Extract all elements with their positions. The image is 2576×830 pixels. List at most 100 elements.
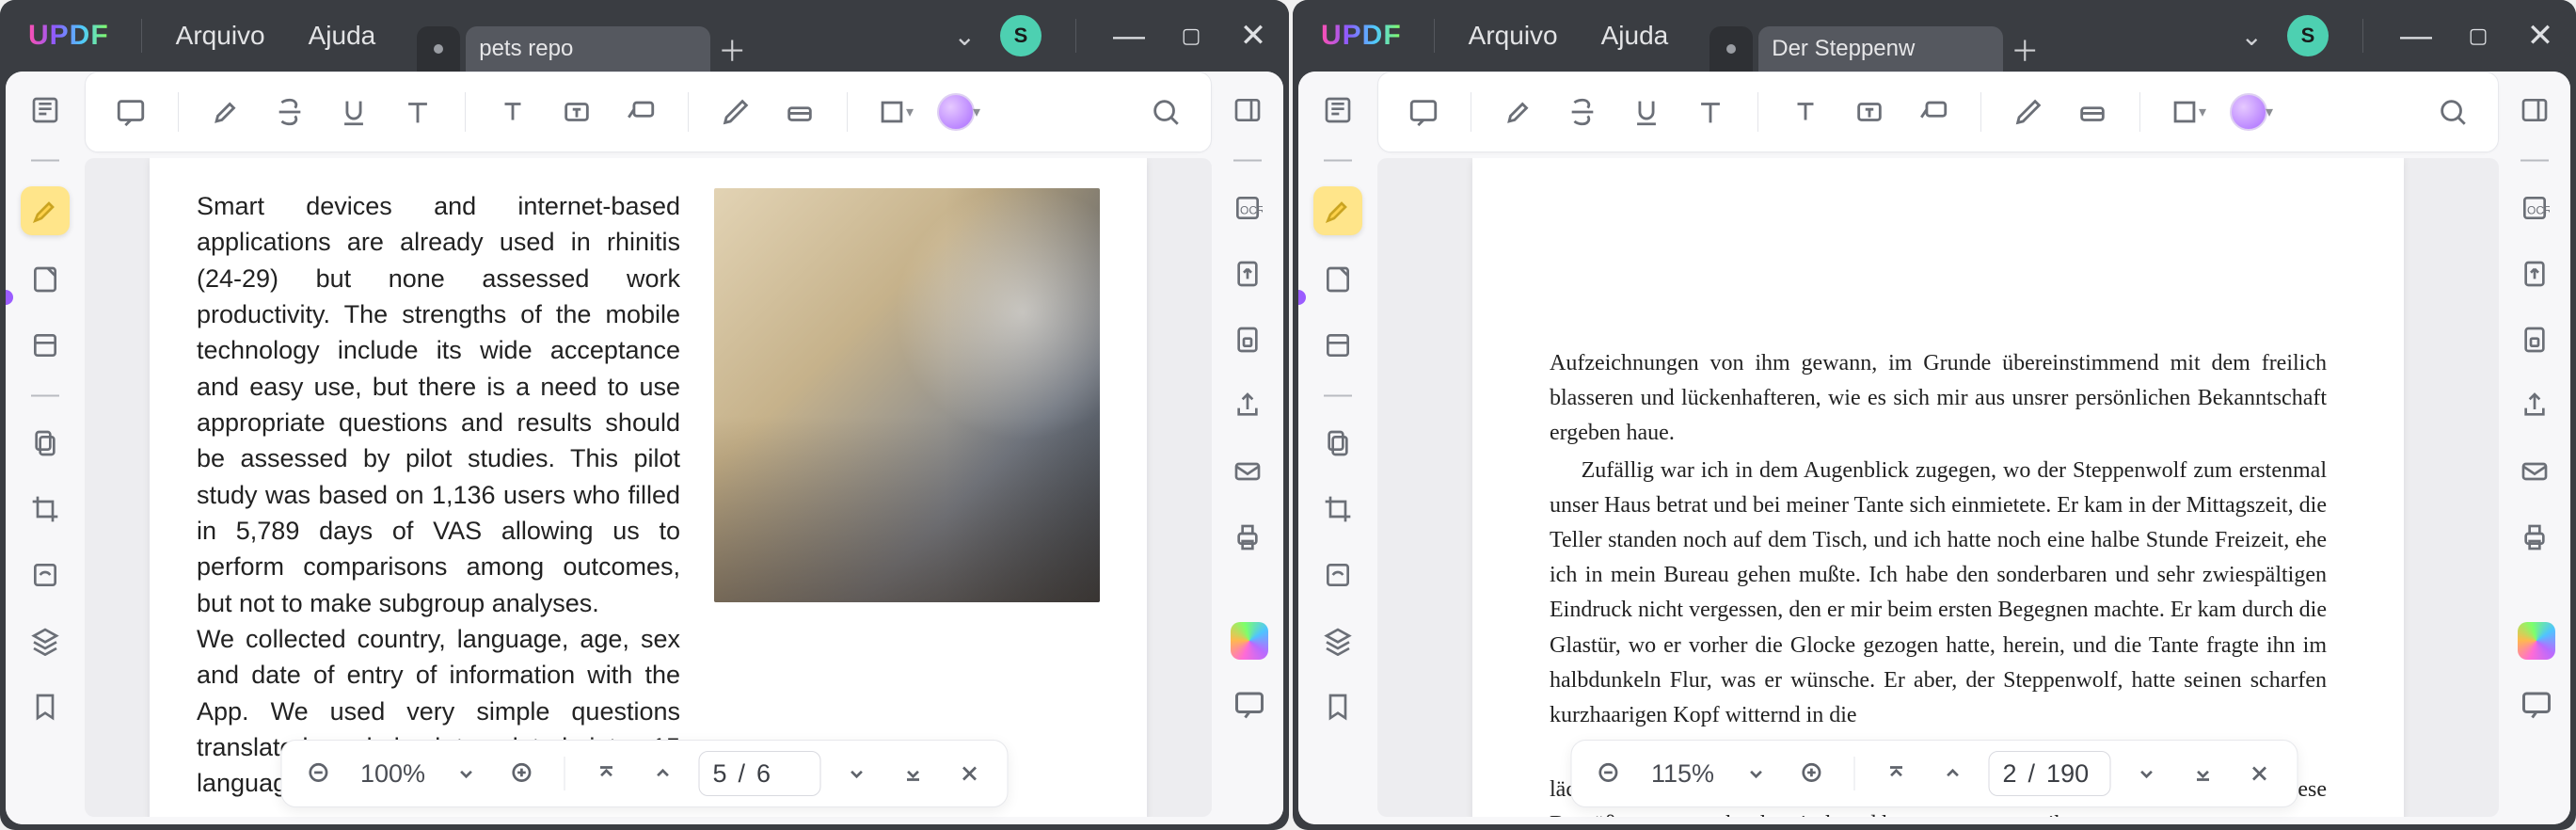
- tabs-overflow-icon[interactable]: ⌄: [954, 21, 976, 52]
- zoom-out-button[interactable]: [1589, 753, 1630, 794]
- tab-pinned[interactable]: [417, 26, 460, 72]
- menu-file[interactable]: Arquivo: [1450, 15, 1577, 56]
- textbox-tool[interactable]: [1843, 86, 1896, 138]
- document-viewport[interactable]: Aufzeichnungen von ihm gewann, im Grunde…: [1377, 158, 2499, 817]
- avatar[interactable]: S: [2287, 15, 2329, 56]
- ocr-button[interactable]: OCR: [2513, 186, 2556, 230]
- zoom-in-button[interactable]: [502, 753, 544, 794]
- eraser-tool[interactable]: [2066, 86, 2119, 138]
- highlighter-tool[interactable]: [21, 186, 70, 235]
- stamp-tool[interactable]: ▾: [2225, 86, 2278, 138]
- copy-pages-button[interactable]: [24, 422, 67, 465]
- email-button[interactable]: [2513, 450, 2556, 493]
- menu-help[interactable]: Ajuda: [290, 15, 395, 56]
- feedback-button[interactable]: [1232, 688, 1266, 730]
- ocr-button[interactable]: OCR: [1226, 186, 1269, 230]
- close-pagebar-button[interactable]: [2239, 753, 2281, 794]
- zoom-in-button[interactable]: [1792, 753, 1834, 794]
- edit-text-button[interactable]: [24, 258, 67, 301]
- window-maximize-button[interactable]: ▢: [2459, 24, 2497, 48]
- text-tool[interactable]: [1684, 86, 1737, 138]
- copy-pages-button[interactable]: [1316, 422, 1360, 465]
- tab-active[interactable]: pets repo: [466, 26, 710, 72]
- zoom-dropdown[interactable]: [446, 753, 487, 794]
- strikethrough-tool[interactable]: [1556, 86, 1609, 138]
- share-button[interactable]: [1226, 384, 1269, 427]
- highlight-tool[interactable]: [1492, 86, 1545, 138]
- menu-file[interactable]: Arquivo: [157, 15, 284, 56]
- page-layout-button[interactable]: [1316, 324, 1360, 367]
- text-tool[interactable]: [391, 86, 444, 138]
- pencil-tool[interactable]: [709, 86, 762, 138]
- zoom-dropdown[interactable]: [1736, 753, 1777, 794]
- search-button[interactable]: [2426, 86, 2479, 138]
- watermark-button[interactable]: [24, 553, 67, 597]
- export-button[interactable]: [2513, 252, 2556, 295]
- sidepanel-toggle[interactable]: [2513, 88, 2556, 132]
- ai-assistant-button[interactable]: [2518, 622, 2555, 660]
- textbox-tool[interactable]: [550, 86, 603, 138]
- tab-pinned[interactable]: [1709, 26, 1753, 72]
- next-page-button[interactable]: [836, 753, 878, 794]
- strikethrough-tool[interactable]: [263, 86, 316, 138]
- callout-tool[interactable]: [614, 86, 667, 138]
- tabs-overflow-icon[interactable]: ⌄: [2241, 21, 2263, 52]
- callout-tool[interactable]: [1907, 86, 1960, 138]
- print-button[interactable]: [2513, 516, 2556, 559]
- protect-button[interactable]: [2513, 318, 2556, 361]
- bookmarks-button[interactable]: [24, 685, 67, 728]
- watermark-button[interactable]: [1316, 553, 1360, 597]
- avatar[interactable]: S: [1000, 15, 1042, 56]
- search-button[interactable]: [1139, 86, 1192, 138]
- tab-new-button[interactable]: ＋: [710, 26, 754, 72]
- stamp-tool[interactable]: ▾: [932, 86, 985, 138]
- comment-tool[interactable]: [104, 86, 157, 138]
- collapse-icon[interactable]: —: [31, 154, 59, 164]
- window-minimize-button[interactable]: —: [2397, 26, 2435, 45]
- print-button[interactable]: [1226, 516, 1269, 559]
- thumbnails-button[interactable]: [1316, 88, 1360, 132]
- text-format-tool[interactable]: [1779, 86, 1832, 138]
- page-input[interactable]: 2 / 190: [1989, 751, 2111, 796]
- eraser-tool[interactable]: [773, 86, 826, 138]
- comment-tool[interactable]: [1397, 86, 1450, 138]
- bookmarks-button[interactable]: [1316, 685, 1360, 728]
- text-format-tool[interactable]: [486, 86, 539, 138]
- pencil-tool[interactable]: [2002, 86, 2055, 138]
- page-input[interactable]: 5 / 6: [699, 751, 821, 796]
- last-page-button[interactable]: [2183, 753, 2224, 794]
- window-close-button[interactable]: ✕: [1234, 26, 1272, 45]
- edit-text-button[interactable]: [1316, 258, 1360, 301]
- crop-button[interactable]: [1316, 487, 1360, 531]
- sidepanel-toggle[interactable]: [1226, 88, 1269, 132]
- thumbnails-button[interactable]: [24, 88, 67, 132]
- next-page-button[interactable]: [2126, 753, 2168, 794]
- export-button[interactable]: [1226, 252, 1269, 295]
- first-page-button[interactable]: [586, 753, 628, 794]
- crop-button[interactable]: [24, 487, 67, 531]
- protect-button[interactable]: [1226, 318, 1269, 361]
- underline-tool[interactable]: [1620, 86, 1673, 138]
- last-page-button[interactable]: [893, 753, 934, 794]
- prev-page-button[interactable]: [1932, 753, 1974, 794]
- ai-assistant-button[interactable]: [1231, 622, 1268, 660]
- shape-tool[interactable]: ▾: [868, 86, 921, 138]
- email-button[interactable]: [1226, 450, 1269, 493]
- underline-tool[interactable]: [327, 86, 380, 138]
- tab-new-button[interactable]: ＋: [2003, 26, 2046, 72]
- close-pagebar-button[interactable]: [949, 753, 991, 794]
- share-button[interactable]: [2513, 384, 2556, 427]
- tab-active[interactable]: Der Steppenw: [1758, 26, 2003, 72]
- highlighter-tool[interactable]: [1313, 186, 1362, 235]
- highlight-tool[interactable]: [199, 86, 252, 138]
- first-page-button[interactable]: [1876, 753, 1917, 794]
- window-minimize-button[interactable]: —: [1110, 26, 1148, 45]
- menu-help[interactable]: Ajuda: [1582, 15, 1688, 56]
- layers-button[interactable]: [24, 619, 67, 662]
- zoom-out-button[interactable]: [299, 753, 341, 794]
- layers-button[interactable]: [1316, 619, 1360, 662]
- window-maximize-button[interactable]: ▢: [1172, 24, 1210, 48]
- prev-page-button[interactable]: [643, 753, 684, 794]
- page-layout-button[interactable]: [24, 324, 67, 367]
- shape-tool[interactable]: ▾: [2161, 86, 2214, 138]
